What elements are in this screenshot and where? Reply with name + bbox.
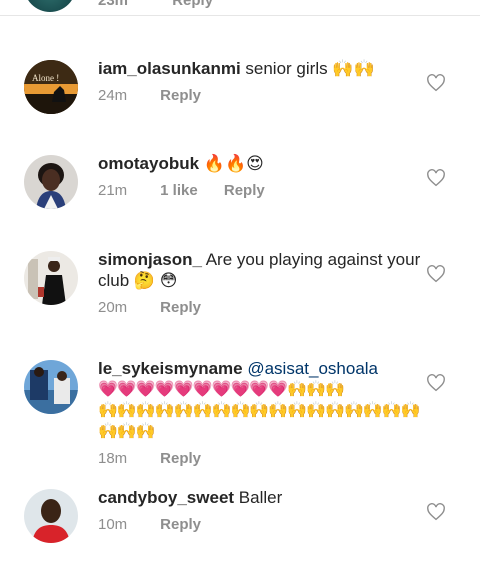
comment-meta: 10m Reply <box>98 514 426 535</box>
emoji: 🙌🙌 <box>332 59 375 78</box>
comment-body: iam_olasunkanmi senior girls 🙌🙌 24m Repl… <box>98 58 426 106</box>
comment-text: Baller <box>234 488 283 507</box>
avatar-image <box>24 489 78 543</box>
comment-meta: 21m 1 like Reply <box>98 180 426 201</box>
comment-time: 10m <box>98 516 128 533</box>
comment-meta: 20m Reply <box>98 297 426 318</box>
comment-meta: 18m Reply <box>98 448 426 469</box>
reply-button[interactable]: Reply <box>160 448 201 469</box>
emoji-line: 🙌🙌🙌🙌🙌🙌🙌🙌🙌🙌🙌🙌🙌🙌🙌🙌🙌🙌🙌🙌 <box>98 400 426 442</box>
comment-time: 18m <box>98 450 128 467</box>
reply-button[interactable]: Reply <box>172 0 213 9</box>
username[interactable]: candyboy_sweet <box>98 488 234 507</box>
reply-button[interactable]: Reply <box>160 85 201 106</box>
like-heart-icon[interactable] <box>426 503 446 521</box>
comment-time: 24m <box>98 87 128 104</box>
comment-body: candyboy_sweet Baller 10m Reply <box>98 487 426 535</box>
emoji: 🙌🙌🙌 <box>287 381 345 398</box>
mention-link[interactable]: @asisat_oshoala <box>243 359 378 378</box>
reply-button[interactable]: Reply <box>224 180 265 201</box>
avatar-image: Alone ! <box>24 60 78 114</box>
avatar-image <box>24 251 78 305</box>
username[interactable]: simonjason_ <box>98 250 202 269</box>
like-heart-icon[interactable] <box>426 74 446 92</box>
comment-meta: 24m Reply <box>98 85 426 106</box>
comment-time: 21m <box>98 182 128 199</box>
avatar[interactable] <box>24 360 78 414</box>
emoji-line: 💗💗💗💗💗💗💗💗💗💗🙌🙌🙌 <box>98 379 426 400</box>
emoji: 💗💗💗💗💗💗💗💗💗💗 <box>98 381 288 398</box>
comment-body: simonjason_ Are you playing against your… <box>98 249 426 318</box>
username[interactable]: iam_olasunkanmi <box>98 59 241 78</box>
comment-time: 23m <box>98 0 129 9</box>
divider <box>0 15 480 16</box>
partial-comment-top: 23m Reply <box>0 0 480 16</box>
like-heart-icon[interactable] <box>426 169 446 187</box>
like-count[interactable]: 1 like <box>160 180 198 201</box>
like-heart-icon[interactable] <box>426 265 446 283</box>
comment-body: le_sykeismyname @asisat_oshoala 💗💗💗💗💗💗💗💗… <box>98 358 426 469</box>
username[interactable]: le_sykeismyname <box>98 359 243 378</box>
comment-time: 20m <box>98 299 128 316</box>
avatar[interactable] <box>24 155 78 209</box>
username[interactable]: omotayobuk <box>98 154 199 173</box>
emoji: 🤔 😳 <box>133 271 178 290</box>
svg-text:Alone !: Alone ! <box>32 73 59 83</box>
comment-meta: 23m Reply <box>98 0 253 9</box>
avatar[interactable]: Alone ! <box>24 60 78 114</box>
comment-text: senior girls <box>240 59 328 78</box>
emoji: 🙌🙌🙌🙌🙌🙌🙌🙌🙌🙌🙌🙌🙌🙌🙌🙌🙌🙌🙌🙌 <box>98 402 421 440</box>
avatar-image <box>24 155 78 209</box>
avatar[interactable] <box>24 251 78 305</box>
reply-button[interactable]: Reply <box>160 297 201 318</box>
avatar[interactable] <box>24 489 78 543</box>
comment-body: omotayobuk 🔥🔥😍 21m 1 like Reply <box>98 153 426 201</box>
avatar[interactable] <box>24 0 76 12</box>
emoji: 🔥🔥😍 <box>203 154 264 173</box>
avatar-image <box>24 360 78 414</box>
reply-button[interactable]: Reply <box>160 514 201 535</box>
like-heart-icon[interactable] <box>426 374 446 392</box>
